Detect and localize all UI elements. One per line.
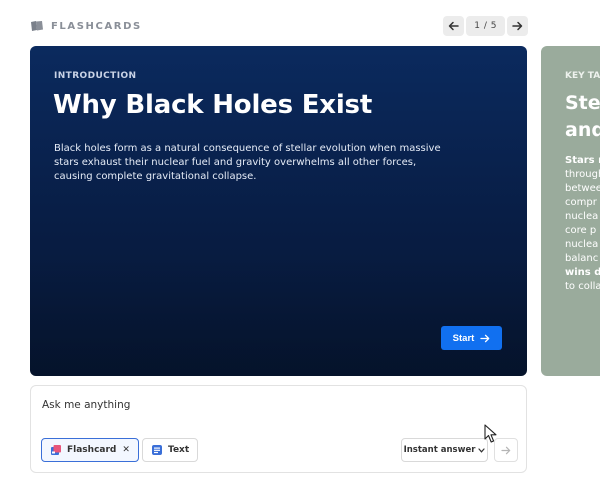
next-card-body-line: balanc — [565, 253, 599, 264]
brand-name: FLASHCARDS — [51, 20, 142, 32]
next-card-body-line: wins d — [565, 267, 600, 278]
card-shade — [30, 256, 527, 376]
text-chip-label: Text — [168, 445, 190, 455]
next-card-body-line: core p — [565, 225, 597, 236]
answer-mode-label: Instant answer — [403, 445, 476, 455]
next-card-title-line: Stel — [565, 92, 600, 114]
page-counter: 1 / 5 — [466, 16, 505, 36]
flashcard-icon — [51, 445, 61, 455]
cards-icon — [31, 21, 43, 31]
next-card-title: Stel and — [565, 90, 600, 144]
next-card-body-line: compr — [565, 197, 597, 208]
next-card-eyebrow: KEY TA — [565, 71, 600, 81]
text-chip[interactable]: Text — [142, 438, 199, 462]
arrow-left-icon — [449, 21, 460, 31]
start-label: Start — [452, 332, 475, 344]
next-card-body-line: through — [565, 169, 600, 180]
next-card-body-line: nuclea — [565, 239, 599, 250]
next-card-body-line: to colla — [565, 281, 600, 292]
arrow-right-icon — [512, 21, 523, 31]
arrow-right-icon — [501, 446, 511, 454]
arrow-right-icon — [480, 334, 490, 342]
next-card-body-line: Stars r — [565, 155, 600, 166]
close-icon[interactable]: ✕ — [122, 445, 130, 455]
card-title: Why Black Holes Exist — [53, 90, 373, 120]
chevron-down-icon — [478, 447, 486, 453]
answer-mode-select[interactable]: Instant answer — [401, 438, 488, 462]
start-button[interactable]: Start — [441, 326, 502, 350]
card-body: Black holes form as a natural consequenc… — [54, 143, 441, 182]
flashcard-current: INTRODUCTION Why Black Holes Exist Black… — [30, 46, 527, 376]
card-eyebrow: INTRODUCTION — [54, 71, 137, 81]
flashcard-next-preview[interactable]: KEY TA Stel and Stars r through betwee c… — [541, 46, 600, 376]
card-pager: 1 / 5 — [443, 16, 528, 36]
flashcard-chip-label: Flashcard — [67, 445, 117, 455]
top-bar: FLASHCARDS 1 / 5 — [30, 16, 528, 38]
prev-card-button[interactable] — [443, 16, 465, 36]
next-card-button[interactable] — [507, 16, 528, 36]
next-card-body-line: betwee — [565, 183, 600, 194]
mouse-cursor-icon — [484, 424, 497, 443]
next-card-body: Stars r through betwee compr nuclea core… — [565, 154, 600, 294]
text-doc-icon — [152, 445, 162, 455]
brand: FLASHCARDS — [30, 20, 142, 32]
ask-input[interactable] — [42, 399, 502, 411]
flashcard-chip[interactable]: Flashcard ✕ — [41, 438, 139, 462]
ask-box: Flashcard ✕ Text Instant answer — [30, 385, 527, 473]
next-card-title-line: and — [565, 119, 600, 141]
next-card-body-line: nuclea — [565, 211, 599, 222]
